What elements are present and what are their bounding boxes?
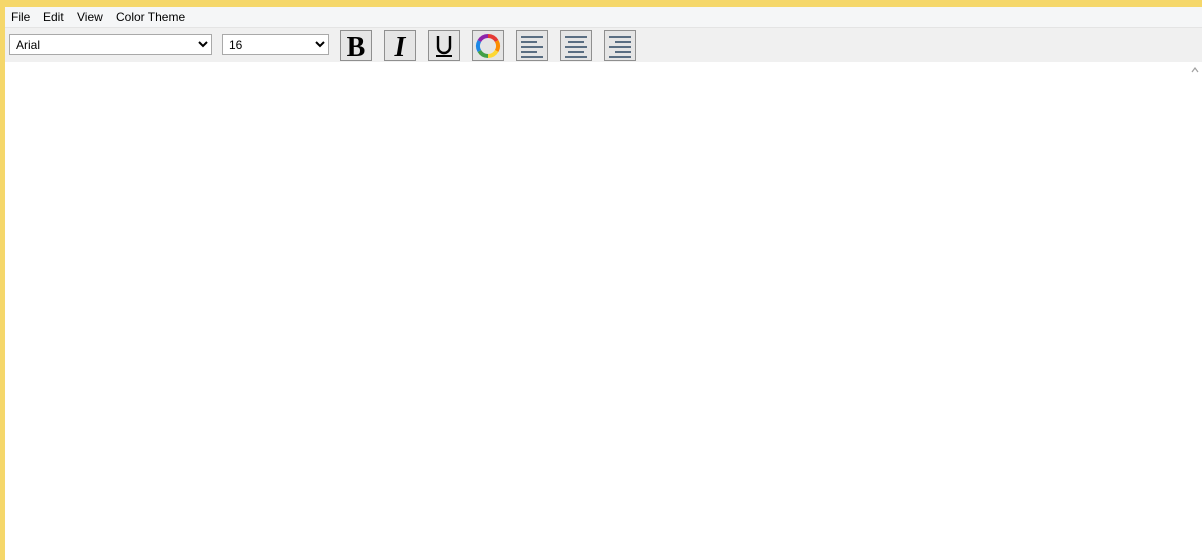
- font-size-select[interactable]: 16: [222, 34, 329, 55]
- align-center-icon: [565, 35, 587, 58]
- align-right-icon: [609, 35, 631, 58]
- bold-button[interactable]: B: [340, 30, 372, 61]
- vertical-scrollbar[interactable]: [1188, 62, 1202, 560]
- align-left-icon: [521, 35, 543, 58]
- window-title-strip: [0, 0, 1202, 7]
- underline-icon: [436, 35, 452, 57]
- text-color-button[interactable]: [472, 30, 504, 61]
- align-center-button[interactable]: [560, 30, 592, 61]
- formatting-toolbar: Arial 16 B I: [5, 28, 1202, 62]
- menu-edit[interactable]: Edit: [42, 9, 65, 26]
- color-wheel-icon: [476, 33, 500, 58]
- svg-text:I: I: [394, 33, 407, 59]
- menu-color-theme[interactable]: Color Theme: [115, 9, 186, 26]
- menu-view[interactable]: View: [76, 9, 104, 26]
- text-editor-area[interactable]: [5, 62, 1188, 560]
- underline-button[interactable]: [428, 30, 460, 61]
- font-family-select[interactable]: Arial: [9, 34, 212, 55]
- align-left-button[interactable]: [516, 30, 548, 61]
- menu-bar: File Edit View Color Theme: [5, 7, 1202, 28]
- bold-icon: B: [347, 33, 366, 59]
- align-right-button[interactable]: [604, 30, 636, 61]
- italic-icon: I: [394, 33, 407, 59]
- scroll-up-arrow-icon[interactable]: [1191, 66, 1199, 74]
- menu-file[interactable]: File: [10, 9, 31, 26]
- svg-text:B: B: [347, 33, 366, 59]
- italic-button[interactable]: I: [384, 30, 416, 61]
